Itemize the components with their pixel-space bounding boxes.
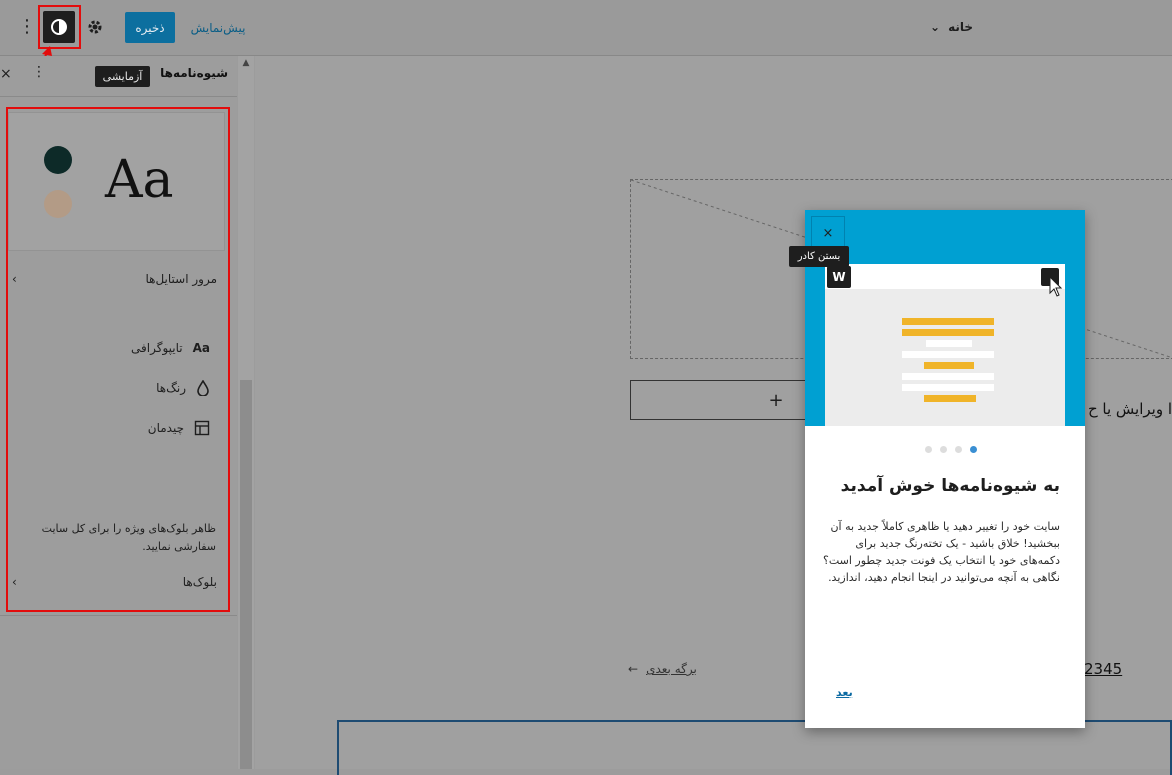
chevron-down-icon: ⌄ — [930, 20, 941, 34]
illustration-stripe — [902, 373, 994, 380]
preview-link[interactable]: پیش‌نمایش — [186, 12, 250, 43]
modal-body-text: سایت خود را تغییر دهید یا ظاهری کاملاً ج… — [822, 520, 1060, 584]
pagination-numbers[interactable]: 2345 — [1084, 660, 1124, 678]
template-title-dropdown[interactable]: ⌄ خانه — [930, 14, 990, 40]
step-dot-current[interactable] — [970, 446, 977, 453]
annotation-highlight-panel — [6, 107, 230, 612]
next-page-link[interactable]: ← برگه بعدی — [628, 662, 718, 676]
step-indicator — [925, 446, 985, 453]
illustration-stripe — [924, 362, 974, 369]
next-page-label: برگه بعدی — [646, 662, 697, 676]
annotation-highlight-toggle — [38, 5, 81, 49]
canvas-text-partial: ا ویرایش یا ح — [1087, 400, 1172, 418]
illustration-toolbar — [825, 264, 1065, 289]
illustration-stripe — [902, 318, 994, 325]
step-dot[interactable] — [925, 446, 932, 453]
top-toolbar — [0, 0, 1172, 56]
experimental-badge: آزمایشی — [95, 66, 150, 87]
settings-gear-icon[interactable] — [84, 14, 108, 40]
illustration-stripe — [902, 351, 994, 358]
step-dot[interactable] — [955, 446, 962, 453]
cursor-icon — [1049, 276, 1063, 297]
modal-title: به شیوه‌نامه‌ها خوش آمدید — [840, 476, 1060, 496]
wordpress-logo-icon: W — [827, 266, 851, 288]
illustration-stripe — [902, 384, 994, 391]
illustration-stripe — [902, 329, 994, 336]
modal-close-button[interactable]: × — [811, 216, 845, 250]
illustration-stripe — [924, 395, 976, 402]
sidebar-more-icon[interactable]: ⋮ — [32, 64, 46, 86]
scroll-up-arrow-icon[interactable]: ▲ — [240, 58, 252, 70]
illustration-stripe — [926, 340, 972, 347]
step-dot[interactable] — [940, 446, 947, 453]
scrollbar-thumb[interactable] — [240, 380, 252, 769]
selected-block-outline[interactable] — [337, 720, 1172, 775]
close-tooltip: بستن کادر — [789, 246, 849, 267]
modal-next-button[interactable]: بعد — [836, 686, 866, 699]
divider — [0, 615, 237, 616]
sidebar-close-icon[interactable]: × — [0, 66, 12, 86]
template-title: خانه — [948, 20, 973, 34]
sidebar-title: شیوه‌نامه‌ها — [160, 66, 228, 80]
arrow-left-icon: ← — [628, 662, 639, 676]
save-button[interactable]: ذخیره — [125, 12, 175, 43]
more-options-icon[interactable]: ⋮ — [18, 12, 36, 42]
